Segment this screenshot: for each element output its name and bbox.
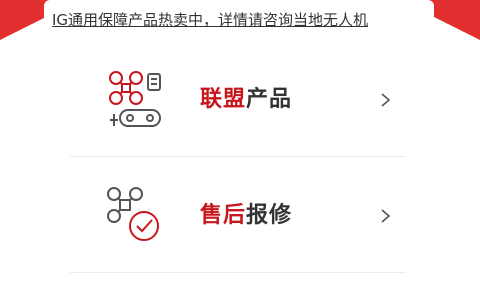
drone-controller-icon <box>109 71 161 127</box>
chevron-right-icon <box>381 209 391 223</box>
label-accent: 联盟 <box>200 87 247 112</box>
chevron-right-icon <box>381 93 391 107</box>
drone-check-icon <box>107 187 159 241</box>
menu-item-after-sales[interactable]: 售后报修 <box>70 160 406 273</box>
menu-card: IG通用保障产品热卖中，详情请咨询当地无人机 联盟产品 售后报修 <box>44 0 434 300</box>
label-rest: 产品 <box>246 87 293 112</box>
notice-text: IG通用保障产品热卖中，详情请咨询当地无人机 <box>52 11 369 29</box>
menu-item-alliance-products[interactable]: 联盟产品 <box>70 44 406 157</box>
menu-item-partial[interactable] <box>70 274 406 300</box>
label-accent: 售后 <box>200 203 247 228</box>
menu-item-label: 售后报修 <box>200 160 292 272</box>
menu-item-label: 联盟产品 <box>200 44 292 156</box>
label-rest: 报修 <box>246 203 293 228</box>
notice-bar[interactable]: IG通用保障产品热卖中，详情请咨询当地无人机 <box>44 0 434 40</box>
